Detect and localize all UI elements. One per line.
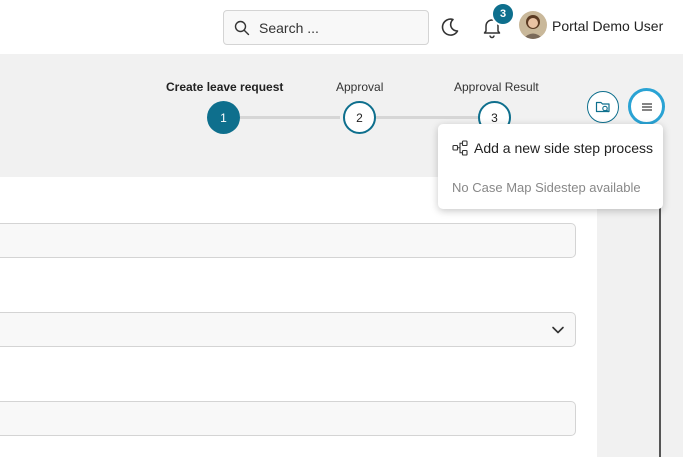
top-bar: 3 Portal Demo User <box>0 0 683 54</box>
add-side-step-menu-item[interactable]: Add a new side step process <box>452 140 653 156</box>
step-label-approval-result: Approval Result <box>454 80 539 94</box>
step-2-circle[interactable]: 2 <box>343 101 376 134</box>
side-step-icon <box>452 140 468 156</box>
text-field[interactable] <box>0 223 576 258</box>
step-connector <box>240 116 340 119</box>
search-box[interactable] <box>223 10 429 45</box>
search-input[interactable] <box>259 19 419 36</box>
rail-divider <box>659 190 661 457</box>
chevron-down-icon <box>552 326 564 334</box>
folder-search-icon <box>595 101 610 113</box>
side-step-dropdown: Add a new side step process No Case Map … <box>438 124 663 209</box>
search-icon <box>234 20 250 35</box>
step-label-approval: Approval <box>336 80 384 94</box>
right-rail <box>597 177 683 457</box>
select-field[interactable] <box>0 312 576 347</box>
case-details-button[interactable] <box>587 91 619 123</box>
moon-icon[interactable] <box>439 16 461 38</box>
user-name[interactable]: Portal Demo User <box>552 18 663 34</box>
menu-icon <box>641 102 652 111</box>
step-connector <box>376 116 480 119</box>
step-label-create-leave-request: Create leave request <box>166 80 284 94</box>
no-sidestep-note: No Case Map Sidestep available <box>452 180 641 195</box>
notification-badge: 3 <box>491 2 515 26</box>
text-field[interactable] <box>0 401 576 436</box>
avatar[interactable] <box>519 11 547 39</box>
add-side-step-label: Add a new side step process <box>474 140 653 156</box>
step-1-circle[interactable]: 1 <box>207 101 240 134</box>
side-step-menu-button[interactable] <box>628 88 665 125</box>
